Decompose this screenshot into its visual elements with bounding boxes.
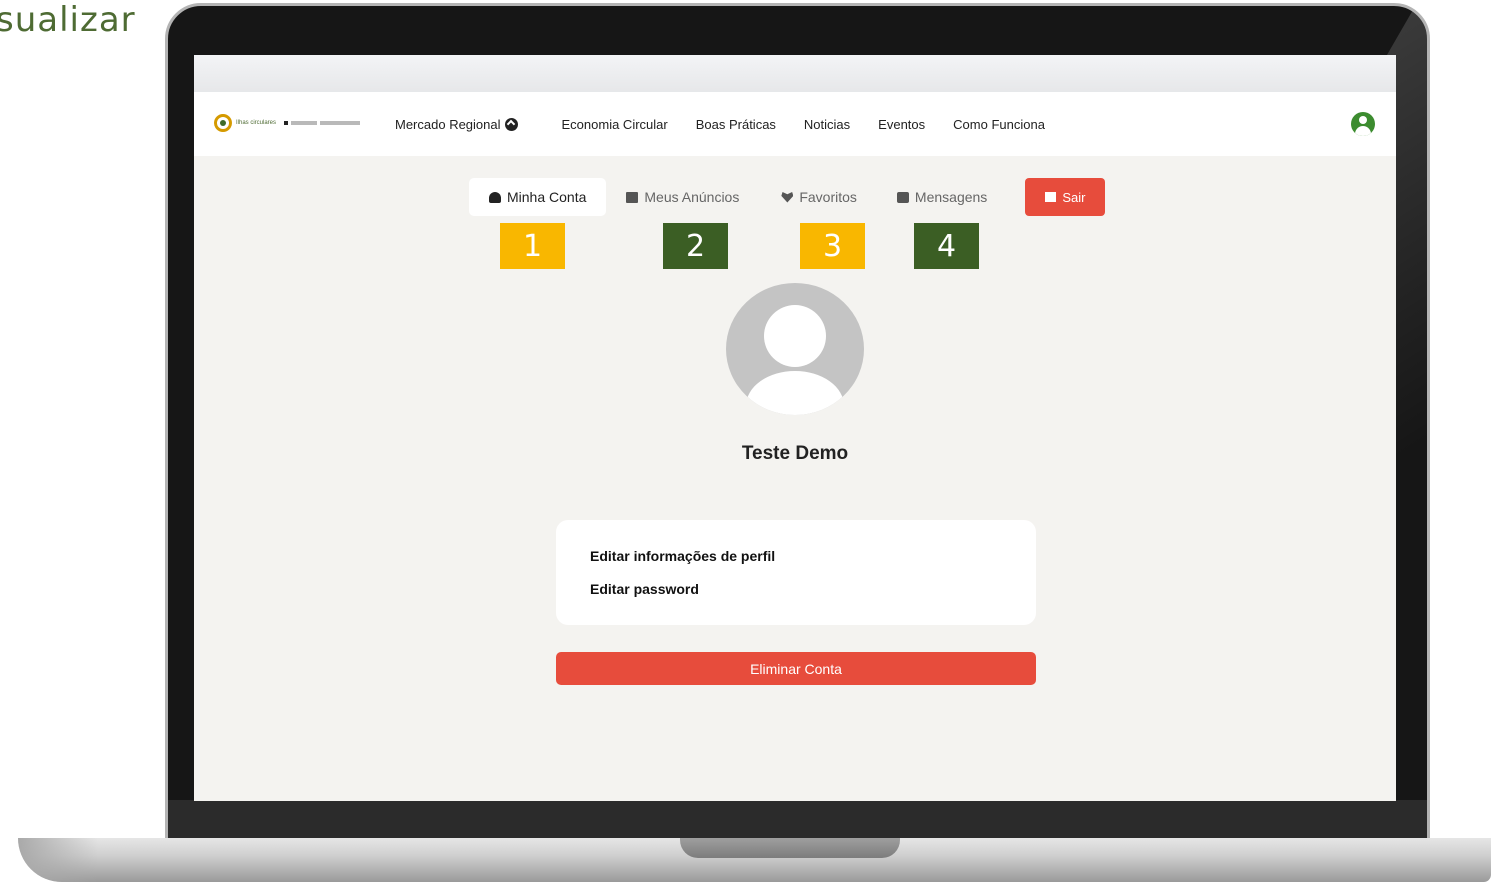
profile-name: Teste Demo — [741, 443, 849, 464]
edit-password-link[interactable]: Editar password — [590, 581, 1002, 597]
nav-link-eventos[interactable]: Eventos — [878, 117, 925, 132]
callout-marker-2: 2 — [663, 223, 728, 269]
nav-link-label: Como Funciona — [953, 116, 1045, 132]
browser-bar — [194, 55, 1396, 93]
tab-favoritos[interactable]: Favoritos — [759, 178, 877, 216]
callout-marker-4: 4 — [914, 223, 979, 269]
laptop-base-shade — [18, 838, 98, 882]
app-screen: Ilhas circulares Mercado Regional Econom… — [194, 55, 1396, 801]
tab-minha-conta[interactable]: Minha Conta — [469, 178, 607, 216]
callout-marker-3: 3 — [800, 223, 865, 269]
tab-mensagens[interactable]: Mensagens — [877, 178, 1007, 216]
laptop-notch — [680, 838, 900, 858]
sign-out-icon — [1045, 192, 1057, 202]
nav-link-label: Noticias — [803, 116, 851, 132]
delete-account-button[interactable]: Eliminar Conta — [556, 652, 1036, 685]
user-account-icon[interactable] — [1351, 112, 1375, 136]
slide-heading-fragment: sualizar — [0, 0, 136, 40]
user-icon — [489, 191, 501, 203]
avatar — [726, 283, 864, 415]
nav-link-label: Eventos — [878, 116, 926, 132]
heart-icon — [781, 192, 794, 203]
list-icon — [626, 191, 639, 203]
laptop-base — [18, 838, 1491, 882]
account-settings-card: Editar informações de perfil Editar pass… — [556, 520, 1036, 625]
nav-link-como-funciona[interactable]: Como Funciona — [953, 117, 1045, 132]
tab-label: Favoritos — [799, 189, 857, 205]
nav-link-label: Boas Práticas — [695, 116, 776, 132]
laptop-bezel-bottom — [168, 800, 1427, 840]
tab-meus-anuncios[interactable]: Meus Anúncios — [606, 178, 759, 216]
chat-icon — [896, 191, 909, 203]
site-logo[interactable]: Ilhas circulares — [214, 113, 361, 133]
nav-link-label: Economia Circular — [561, 116, 668, 132]
logout-label: Sair — [1062, 189, 1086, 205]
tab-label: Minha Conta — [507, 189, 587, 205]
tab-label: Mensagens — [914, 189, 988, 205]
chevron-circle-icon — [504, 117, 518, 131]
nav-links: Mercado Regional Economia Circular Boas … — [395, 92, 1073, 156]
logout-button[interactable]: Sair — [1025, 178, 1106, 216]
callout-marker-1: 1 — [500, 223, 565, 269]
logo-text: Ilhas circulares — [236, 120, 277, 126]
edit-profile-link[interactable]: Editar informações de perfil — [590, 548, 1002, 564]
nav-link-boas-praticas[interactable]: Boas Práticas — [696, 117, 776, 132]
logo-mark-icon — [214, 114, 232, 132]
partner-logos — [284, 121, 361, 125]
nav-link-label: Mercado Regional — [395, 116, 501, 132]
nav-link-economia-circular[interactable]: Economia Circular — [562, 117, 668, 132]
tab-label: Meus Anúncios — [644, 189, 740, 205]
account-tabs: Minha Conta Meus Anúncios Favoritos Mens… — [469, 178, 1106, 216]
nav-link-noticias[interactable]: Noticias — [804, 117, 850, 132]
nav-link-mercado-regional[interactable]: Mercado Regional — [395, 117, 518, 132]
top-navbar: Ilhas circulares Mercado Regional Econom… — [194, 92, 1396, 156]
